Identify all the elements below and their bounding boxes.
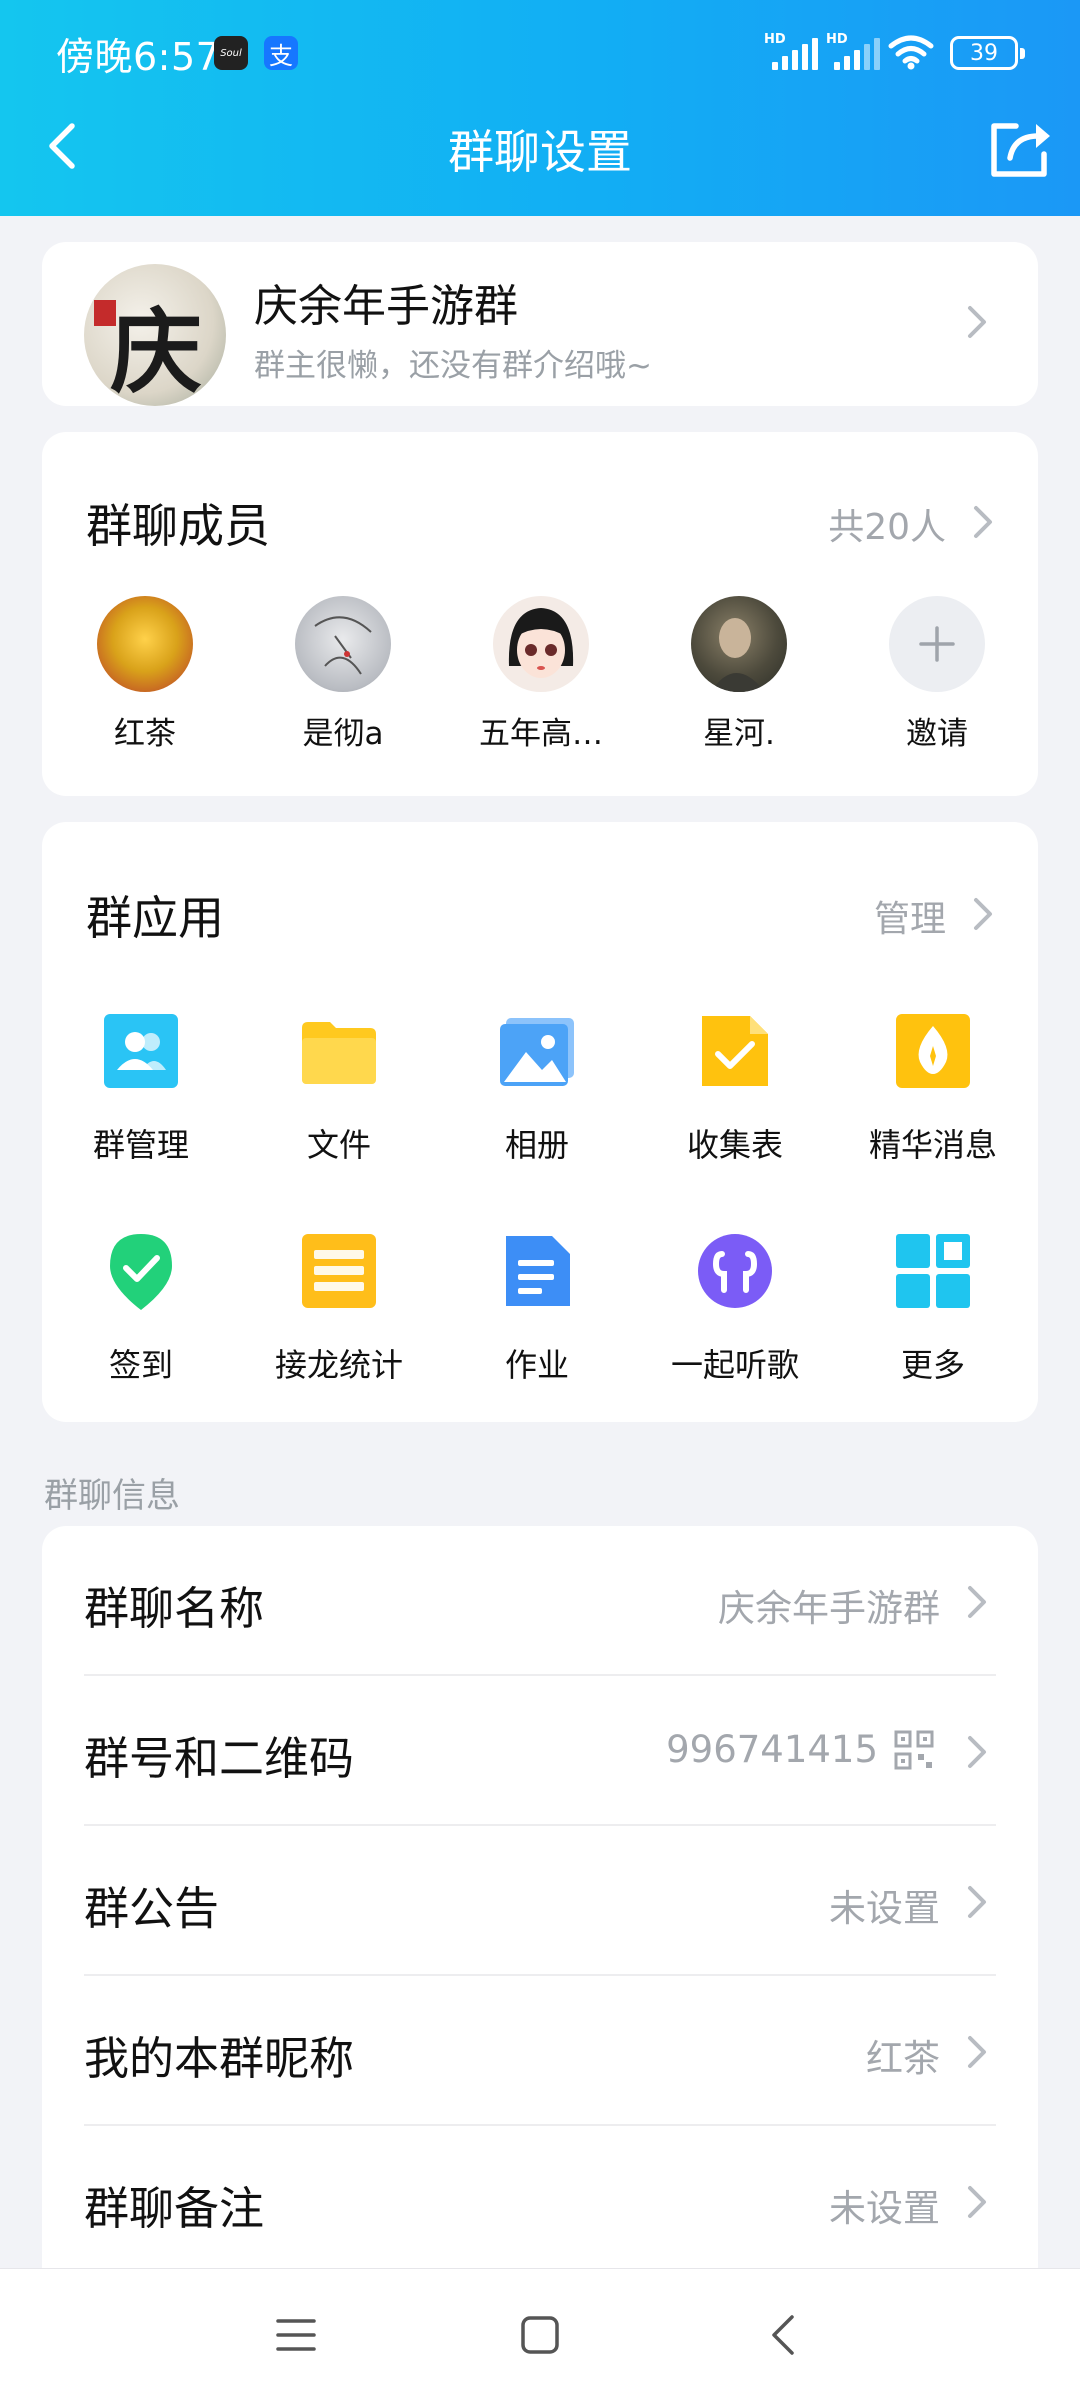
row-group-id-qrcode[interactable]: 群号和二维码 996741415 (42, 1676, 1038, 1826)
app-group-manage[interactable]: 群管理 (56, 1012, 226, 1166)
battery-level: 39 (970, 40, 998, 66)
app-album[interactable]: 相册 (452, 1012, 622, 1166)
apps-title: 群应用 (86, 891, 224, 945)
header-bar: 傍晚6:57 Soul 支 HD HD 39 群聊设置 (0, 0, 1080, 216)
chevron-right-icon (968, 2036, 986, 2068)
member-avatar (493, 596, 589, 692)
app-label: 精华消息 (868, 1126, 997, 1164)
members-title: 群聊成员 (86, 499, 270, 553)
members-count[interactable]: 共20人 (828, 498, 946, 550)
menu-icon[interactable] (274, 2315, 318, 2355)
member-item[interactable]: 星河. (664, 596, 814, 753)
chevron-right-icon (968, 1886, 986, 1918)
row-group-remark[interactable]: 群聊备注 未设置 (42, 2126, 1038, 2276)
essence-icon (896, 1014, 970, 1088)
member-name: 红茶 (114, 716, 176, 752)
app-music[interactable]: 一起听歌 (650, 1232, 820, 1386)
add-icon (889, 596, 985, 692)
soul-app-icon: Soul (214, 36, 248, 70)
row-value: 庆余年手游群 (718, 1587, 940, 1630)
invite-button[interactable]: 邀请 (862, 596, 1012, 753)
chevron-right-icon (968, 1586, 986, 1618)
group-manage-icon (104, 1014, 178, 1088)
app-more[interactable]: 更多 (848, 1232, 1018, 1386)
member-avatar (691, 596, 787, 692)
form-icon (702, 1016, 768, 1086)
signal-icon: HD (826, 32, 880, 70)
check-in-icon (110, 1234, 172, 1310)
page-title: 群聊设置 (448, 125, 632, 179)
app-relay[interactable]: 接龙统计 (254, 1232, 424, 1386)
member-avatar (295, 596, 391, 692)
relay-icon (302, 1234, 376, 1308)
member-avatar (97, 596, 193, 692)
member-name: 星河. (703, 716, 775, 752)
row-label: 我的本群昵称 (84, 2032, 355, 2085)
wifi-icon (888, 35, 934, 70)
member-item[interactable]: 五年高… (466, 596, 616, 753)
app-label: 接龙统计 (274, 1346, 403, 1384)
folder-icon (302, 1022, 376, 1084)
group-intro: 群主很懒，还没有群介绍哦~ (254, 348, 652, 384)
chevron-right-icon (974, 506, 992, 538)
app-essence[interactable]: 精华消息 (848, 1012, 1018, 1166)
row-group-name[interactable]: 群聊名称 庆余年手游群 (42, 1526, 1038, 1676)
music-icon (698, 1234, 772, 1308)
battery-icon: 39 (950, 36, 1025, 70)
home-icon[interactable] (518, 2313, 562, 2357)
chevron-right-icon (968, 1736, 986, 1768)
photo-album-icon (500, 1018, 574, 1086)
homework-icon (506, 1236, 570, 1306)
row-label: 群聊备注 (84, 2182, 265, 2235)
alipay-app-icon: 支 (264, 36, 298, 70)
app-files[interactable]: 文件 (254, 1012, 424, 1166)
qrcode-icon (894, 1730, 934, 1770)
member-name: 五年高… (479, 716, 603, 752)
group-name: 庆余年手游群 (254, 281, 518, 332)
row-value: 996741415 (666, 1728, 878, 1771)
app-homework[interactable]: 作业 (452, 1232, 622, 1386)
signal-icon: HD (764, 32, 818, 70)
nav-back-icon[interactable] (768, 2313, 798, 2357)
members-card: 群聊成员 共20人 红茶 是彻a 五年高… 星河. 邀请 (42, 432, 1038, 796)
group-info-card: 群聊名称 庆余年手游群 群号和二维码 996741415 群公告 未设置 我的本… (42, 1526, 1038, 2286)
member-item[interactable]: 红茶 (70, 596, 220, 753)
row-value: 红茶 (866, 2037, 940, 2080)
share-icon[interactable] (986, 116, 1056, 180)
member-item[interactable]: 是彻a (268, 596, 418, 753)
app-label: 群管理 (92, 1126, 189, 1164)
app-label: 签到 (108, 1346, 173, 1384)
row-value: 未设置 (829, 2187, 940, 2230)
app-label: 更多 (900, 1346, 965, 1384)
chevron-right-icon (968, 2186, 986, 2218)
apps-manage-link[interactable]: 管理 (874, 890, 946, 942)
app-form[interactable]: 收集表 (650, 1012, 820, 1166)
group-profile-card[interactable]: 庆 庆余年手游群 群主很懒，还没有群介绍哦~ (42, 242, 1038, 406)
app-label: 一起听歌 (670, 1346, 799, 1384)
chevron-right-icon (974, 898, 992, 930)
system-nav-bar (0, 2268, 1080, 2400)
app-label: 相册 (504, 1126, 569, 1164)
row-my-nickname[interactable]: 我的本群昵称 红茶 (42, 1976, 1038, 2126)
group-apps-card: 群应用 管理 群管理 文件 相册 收集表 精华消息 签到 接龙统计 作业 一起听… (42, 822, 1038, 1422)
app-label: 作业 (504, 1346, 569, 1384)
status-time: 傍晚6:57 (56, 35, 221, 79)
app-check-in[interactable]: 签到 (56, 1232, 226, 1386)
invite-label: 邀请 (906, 716, 968, 752)
row-label: 群聊名称 (84, 1582, 265, 1635)
member-name: 是彻a (302, 716, 384, 752)
row-group-notice[interactable]: 群公告 未设置 (42, 1826, 1038, 1976)
app-label: 文件 (306, 1126, 371, 1164)
row-label: 群公告 (84, 1882, 220, 1935)
status-bar: 傍晚6:57 Soul 支 HD HD 39 (0, 0, 1080, 100)
app-label: 收集表 (686, 1126, 783, 1164)
row-value: 未设置 (829, 1887, 940, 1930)
more-grid-icon (896, 1234, 970, 1308)
group-avatar: 庆 (84, 264, 226, 406)
chevron-right-icon (968, 306, 986, 338)
row-label: 群号和二维码 (84, 1732, 355, 1785)
info-section-label: 群聊信息 (44, 1476, 180, 1516)
